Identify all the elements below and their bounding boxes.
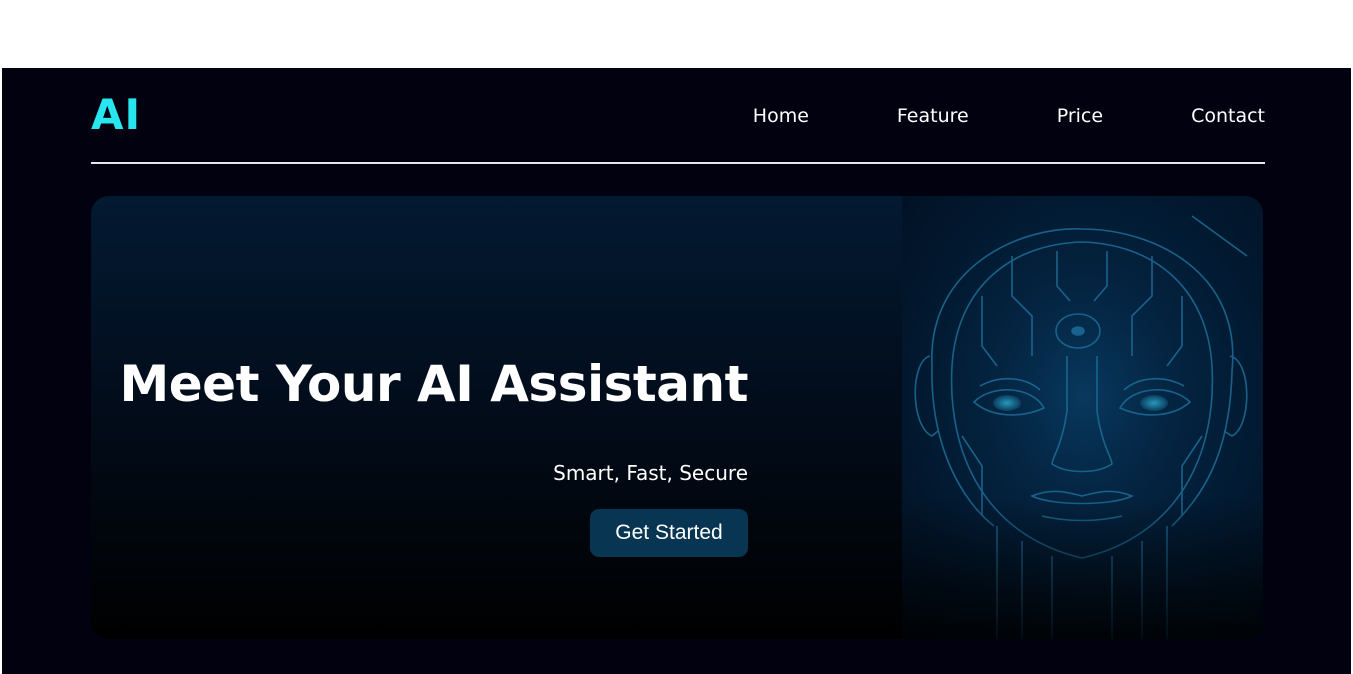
logo[interactable]: AI (91, 90, 141, 140)
robot-face-illustration (902, 196, 1263, 639)
nav-link-contact[interactable]: Contact (1191, 104, 1265, 128)
nav-link-feature[interactable]: Feature (897, 104, 969, 128)
nav-menu: Home Feature Price Contact (665, 104, 1265, 128)
hero-section: Meet Your AI Assistant Smart, Fast, Secu… (91, 196, 1263, 639)
nav-link-price[interactable]: Price (1057, 104, 1103, 128)
navbar: AI Home Feature Price Contact (91, 68, 1265, 164)
robot-face-graphic (902, 196, 1263, 639)
page: AI Home Feature Price Contact Meet Your … (2, 68, 1351, 674)
get-started-button[interactable]: Get Started (590, 509, 748, 557)
nav-link-home[interactable]: Home (753, 104, 809, 128)
hero-subtitle: Smart, Fast, Secure (553, 461, 748, 485)
hero-title: Meet Your AI Assistant (119, 355, 749, 413)
